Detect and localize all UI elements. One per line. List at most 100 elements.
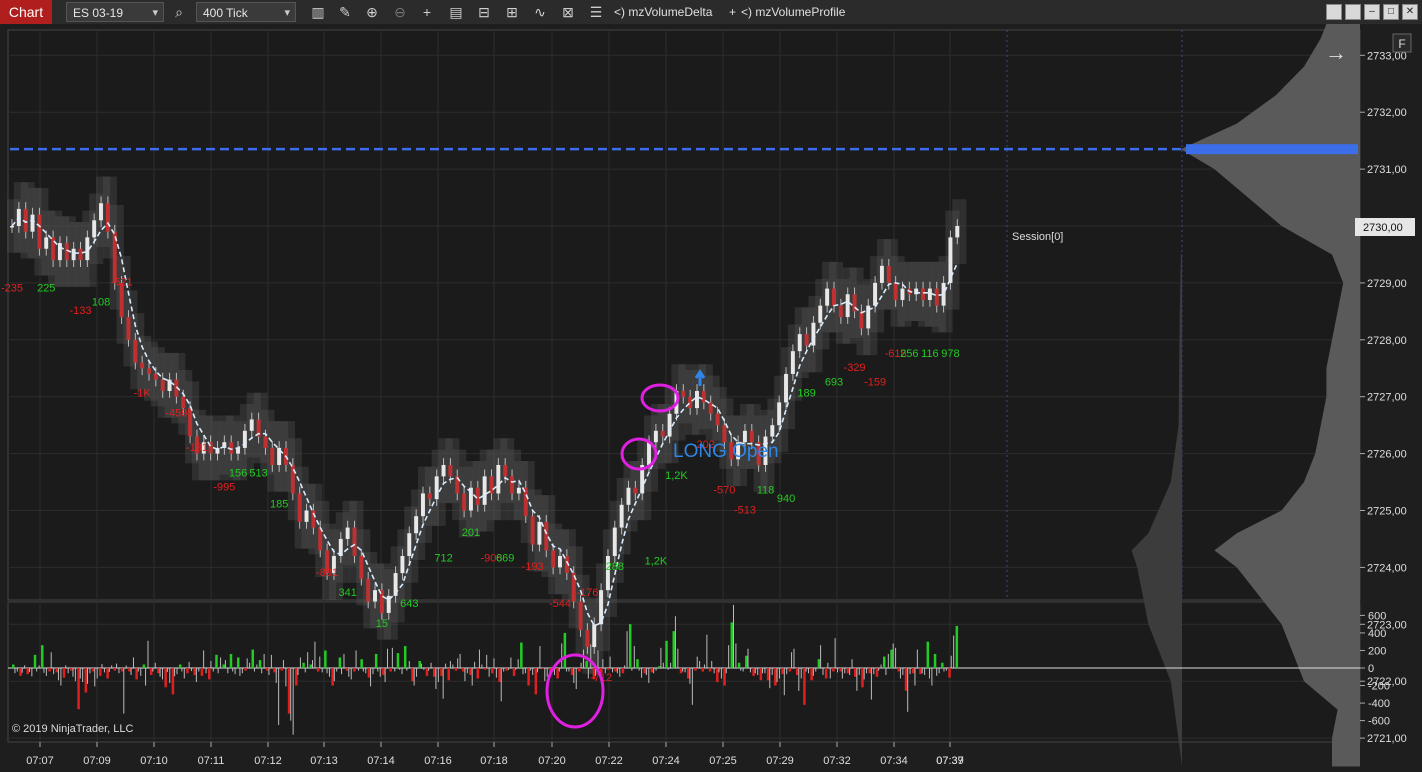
minimize-icon[interactable]: –: [1364, 4, 1380, 20]
delta-bar: [612, 668, 614, 673]
close-icon[interactable]: ✕: [1402, 4, 1418, 20]
delta-bar: [912, 668, 915, 674]
delta-bar: [152, 668, 154, 672]
indicator-mzvolumeprofile[interactable]: <) mzVolumeProfile: [741, 0, 845, 24]
interval-selector[interactable]: 400 Tick ▾: [196, 2, 296, 22]
candle-body: [537, 521, 542, 545]
zoom-out-icon[interactable]: ⊖: [391, 3, 409, 21]
delta-bar: [19, 668, 22, 676]
delta-bar: [793, 648, 795, 668]
zoom-in-icon[interactable]: ⊕: [363, 3, 381, 21]
chart-area[interactable]: -235 225 -133108-521 -1K -459 -131 -995 156 513 1…: [0, 24, 1422, 772]
delta-bar: [145, 668, 147, 686]
delta-bar: [343, 653, 345, 668]
delta-bar: [621, 668, 625, 674]
delta-bar: [716, 668, 719, 683]
bar-type-icon[interactable]: ▥: [309, 3, 327, 21]
delta-label: 256: [900, 348, 918, 360]
candle-body: [105, 203, 110, 232]
session-label: Session[0]: [1012, 231, 1063, 243]
delta-bar: [210, 660, 212, 668]
delta-bar: [382, 668, 385, 676]
delta-bar: [829, 668, 831, 679]
delta-label: 116: [921, 348, 939, 360]
maximize-icon[interactable]: □: [1383, 4, 1399, 20]
list-icon[interactable]: ☰: [587, 3, 605, 21]
delta-bar: [667, 668, 669, 670]
delta-label: 185: [270, 499, 288, 511]
time-tick-label: 07:39: [936, 755, 964, 767]
indicator-mzvolumedelta[interactable]: <) mzVolumeDelta: [614, 0, 712, 24]
candle-body: [818, 305, 823, 323]
delta-bar: [135, 668, 138, 680]
delta-bar: [171, 668, 175, 695]
candle-body: [78, 248, 83, 261]
chart-tab[interactable]: Chart: [0, 0, 52, 24]
delta-bar: [285, 668, 287, 687]
delta-bar: [220, 657, 222, 668]
delta-bar: [437, 668, 439, 683]
delta-bar: [140, 668, 142, 676]
delta-bar: [215, 654, 218, 668]
candle-body: [688, 396, 693, 409]
delta-bar: [578, 668, 581, 672]
delta-bar: [537, 668, 539, 673]
delta-bar: [24, 665, 26, 668]
delta-bar: [333, 668, 335, 682]
delta-bar: [788, 668, 792, 672]
arrow-right-icon[interactable]: →: [1325, 40, 1347, 65]
properties-icon[interactable]: ⊠: [559, 3, 577, 21]
indicator-icon[interactable]: ⊞: [503, 3, 521, 21]
delta-bar: [365, 668, 367, 674]
delta-bar: [822, 668, 824, 676]
delta-bar: [921, 668, 923, 674]
delta-bar: [544, 668, 546, 682]
delta-bar: [517, 659, 519, 668]
time-tick-label: 07:16: [424, 755, 452, 767]
delta-bar: [926, 641, 930, 668]
delta-label: -329: [844, 362, 866, 374]
delta-bar: [43, 668, 45, 673]
crosshair-icon[interactable]: +: [418, 3, 436, 21]
delta-bar: [631, 668, 633, 671]
delta-bar: [742, 668, 744, 672]
delta-label: 978: [941, 348, 959, 360]
candle-body: [626, 487, 631, 505]
delta-bar: [418, 660, 421, 668]
delta-bar: [253, 668, 255, 672]
delta-bar: [868, 668, 871, 674]
delta-bar: [495, 668, 497, 678]
delta-label: 1,2K: [645, 556, 668, 568]
delta-bar: [863, 668, 865, 680]
delta-bar: [783, 668, 785, 696]
draw-icon[interactable]: ✎: [336, 3, 354, 21]
delta-label: 108: [92, 297, 110, 309]
delta-bar: [84, 668, 88, 693]
instrument-selector[interactable]: ES 03-19 ▾: [66, 2, 164, 22]
delta-bar: [873, 668, 875, 675]
delta-label: 712: [434, 553, 452, 565]
delta-bar: [249, 662, 251, 668]
delta-bar: [125, 665, 127, 668]
tile-icon[interactable]: [1345, 4, 1361, 20]
delta-bar: [563, 632, 567, 668]
delta-bar: [106, 668, 109, 679]
delta-bar: [682, 668, 684, 672]
delta-bar: [481, 664, 483, 668]
delta-bar: [162, 668, 164, 680]
delta-bar: [362, 668, 364, 672]
delta-bar: [650, 668, 654, 673]
restore-icon[interactable]: [1326, 4, 1342, 20]
candle-body: [619, 504, 624, 528]
delta-bar: [532, 668, 534, 676]
delta-bar: [464, 668, 466, 682]
delta-bar: [527, 668, 530, 686]
search-icon[interactable]: ⌕: [170, 3, 188, 21]
delta-bar: [657, 666, 661, 668]
delta-bar: [728, 645, 730, 668]
strategy-icon[interactable]: ⊟: [475, 3, 493, 21]
template-icon[interactable]: ∿: [531, 3, 549, 21]
delta-bar: [476, 668, 480, 679]
delta-bar: [570, 668, 574, 676]
data-box-icon[interactable]: ▤: [447, 3, 465, 21]
